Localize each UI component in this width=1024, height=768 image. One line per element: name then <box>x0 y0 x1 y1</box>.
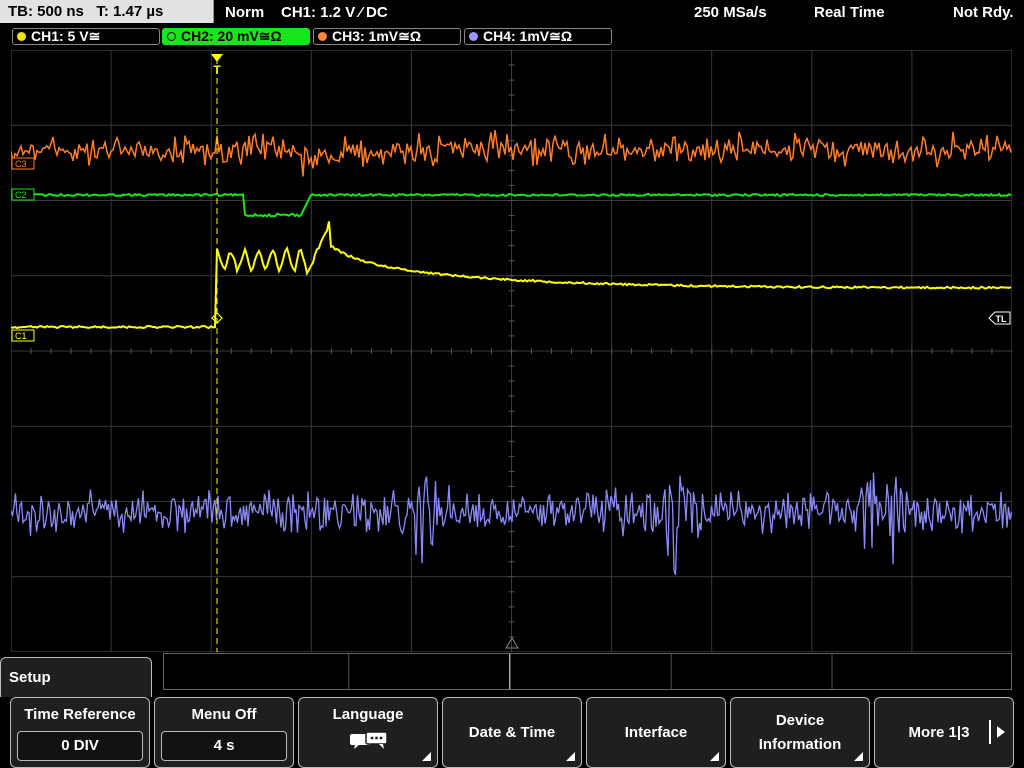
language-softkey[interactable]: Language <box>298 697 438 768</box>
menu-title-tab[interactable]: Setup <box>0 657 152 697</box>
more-softkey[interactable]: More 1|3 <box>874 697 1014 768</box>
softkey-label-line1: Device <box>775 712 825 729</box>
ch2-offset-marker[interactable]: C2 <box>11 188 35 201</box>
trigger-mode[interactable]: Norm <box>225 4 264 21</box>
timebase-box[interactable]: TB: 500 ns T: 1.47 µs <box>0 0 214 23</box>
waveform-display[interactable]: T TL C3 C2 C1 <box>11 50 1012 652</box>
channel-tab-label: CH1: 5 V≅ <box>31 28 101 44</box>
interface-softkey[interactable]: Interface <box>586 697 726 768</box>
svg-text:T: T <box>213 63 221 77</box>
channel-tab-ch2[interactable]: CH2: 20 mV≅Ω <box>162 28 310 45</box>
menu-title: Setup <box>9 669 51 686</box>
submenu-corner-icon <box>422 752 431 761</box>
channel-tab-label: CH2: 20 mV≅Ω <box>181 28 282 44</box>
softkey-label: Date & Time <box>468 724 556 741</box>
softkey-label: More 1|3 <box>908 724 970 741</box>
submenu-corner-icon <box>710 752 719 761</box>
softkey-label: Interface <box>624 724 688 741</box>
submenu-corner-icon <box>566 752 575 761</box>
overview-strip <box>163 653 1012 690</box>
channel-tab-label: CH4: 1mV≅Ω <box>483 28 573 44</box>
ch1-dot-icon <box>17 32 26 41</box>
speech-bubbles-icon <box>350 731 388 749</box>
ch3-dot-icon <box>318 32 327 41</box>
ch2-dot-icon <box>167 32 176 41</box>
device-information-softkey[interactable]: Device Information <box>730 697 870 768</box>
channel-tab-ch3[interactable]: CH3: 1mV≅Ω <box>313 28 461 45</box>
menu-off-value: 4 s <box>161 731 287 761</box>
submenu-corner-icon <box>854 752 863 761</box>
timebase-readout: TB: 500 ns T: 1.47 µs <box>8 3 164 20</box>
svg-text:C2: C2 <box>15 190 27 200</box>
acquisition-status: Not Rdy. <box>953 4 1014 21</box>
sample-rate: 250 MSa/s <box>694 4 767 21</box>
status-bar: TB: 500 ns T: 1.47 µs Norm CH1: 1.2 V ⁄ … <box>0 0 1024 24</box>
arrow-right-icon <box>997 726 1005 738</box>
softkey-label-line2: Information <box>758 736 842 753</box>
menu-off-softkey[interactable]: Menu Off 4 s <box>154 697 294 768</box>
softkey-label: Time Reference <box>24 706 136 723</box>
date-time-softkey[interactable]: Date & Time <box>442 697 582 768</box>
ch3-offset-marker[interactable]: C3 <box>11 157 35 170</box>
ch1-offset-marker[interactable]: C1 <box>11 329 35 342</box>
softkey-label: Language <box>332 706 404 723</box>
softkey-label: Menu Off <box>191 706 257 723</box>
ch4-dot-icon <box>469 32 478 41</box>
time-reference-value: 0 DIV <box>17 731 143 761</box>
svg-text:C1: C1 <box>15 331 27 341</box>
svg-text:C3: C3 <box>15 159 27 169</box>
trigger-info[interactable]: CH1: 1.2 V ⁄ DC <box>281 4 388 21</box>
svg-text:TL: TL <box>996 314 1007 324</box>
acquisition-mode[interactable]: Real Time <box>814 4 885 21</box>
separator <box>989 720 991 744</box>
channel-tab-ch1[interactable]: CH1: 5 V≅ <box>12 28 160 45</box>
channel-tab-ch4[interactable]: CH4: 1mV≅Ω <box>464 28 612 45</box>
channel-tab-label: CH3: 1mV≅Ω <box>332 28 422 44</box>
time-reference-softkey[interactable]: Time Reference 0 DIV <box>10 697 150 768</box>
